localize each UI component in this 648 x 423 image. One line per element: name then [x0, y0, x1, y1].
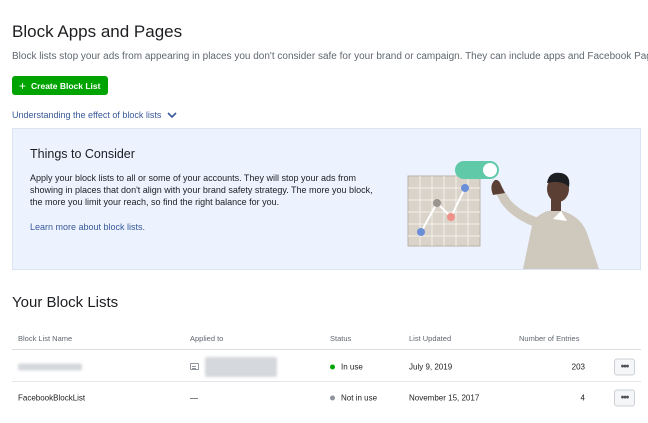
column-header-list-updated[interactable]: List Updated: [409, 334, 451, 343]
column-header-number-of-entries[interactable]: Number of Entries: [519, 334, 579, 343]
column-header-status[interactable]: Status: [330, 334, 351, 343]
table-row[interactable]: FacebookBlockList — Not in use November …: [12, 383, 641, 413]
your-block-lists-title: Your Block Lists: [12, 294, 119, 311]
status-cell: Not in use: [330, 394, 377, 403]
status-cell: In use: [330, 362, 363, 371]
create-button-label: Create Block List: [31, 80, 101, 91]
entries-count: 4: [580, 393, 585, 403]
list-updated-date: November 15, 2017: [409, 393, 480, 403]
applied-to-redacted: [205, 356, 277, 377]
status-dot-not-in-use: [330, 395, 335, 401]
table-row[interactable]: In use July 9, 2019 203 •••: [12, 352, 641, 382]
plus-icon: +: [19, 78, 27, 93]
chevron-down-icon: [167, 111, 177, 118]
applied-to-cell: [190, 356, 277, 377]
column-header-name[interactable]: Block List Name: [18, 334, 72, 343]
more-options-button[interactable]: •••: [614, 389, 635, 407]
learn-more-link[interactable]: Learn more about block lists.: [30, 222, 145, 232]
more-options-button[interactable]: •••: [614, 358, 635, 375]
status-text: In use: [341, 362, 363, 371]
consider-body: Apply your block lists to all or some of…: [30, 173, 373, 207]
things-to-consider-panel: Things to Consider Apply your block list…: [12, 128, 641, 270]
block-list-illustration: [407, 161, 599, 269]
ad-account-icon: [190, 363, 199, 370]
list-updated-date: July 9, 2019: [409, 362, 453, 371]
understanding-link[interactable]: Understanding the effect of block lists: [12, 110, 177, 120]
consider-title: Things to Consider: [30, 147, 135, 161]
page-title: Block Apps and Pages: [12, 22, 183, 41]
create-block-list-button[interactable]: + Create Block List: [12, 76, 108, 95]
block-lists-table-header: Block List Name Applied to Status List U…: [12, 334, 641, 350]
status-dot-in-use: [330, 364, 335, 369]
status-text: Not in use: [341, 393, 378, 403]
applied-to-cell: —: [190, 393, 198, 403]
block-list-name[interactable]: FacebookBlockList: [18, 394, 85, 403]
understanding-link-label: Understanding the effect of block lists: [12, 110, 162, 120]
block-list-name-redacted[interactable]: [18, 363, 82, 370]
page-description: Block lists stop your ads from appearing…: [12, 51, 648, 62]
column-header-applied-to[interactable]: Applied to: [190, 334, 223, 343]
entries-count: 203: [571, 362, 585, 371]
